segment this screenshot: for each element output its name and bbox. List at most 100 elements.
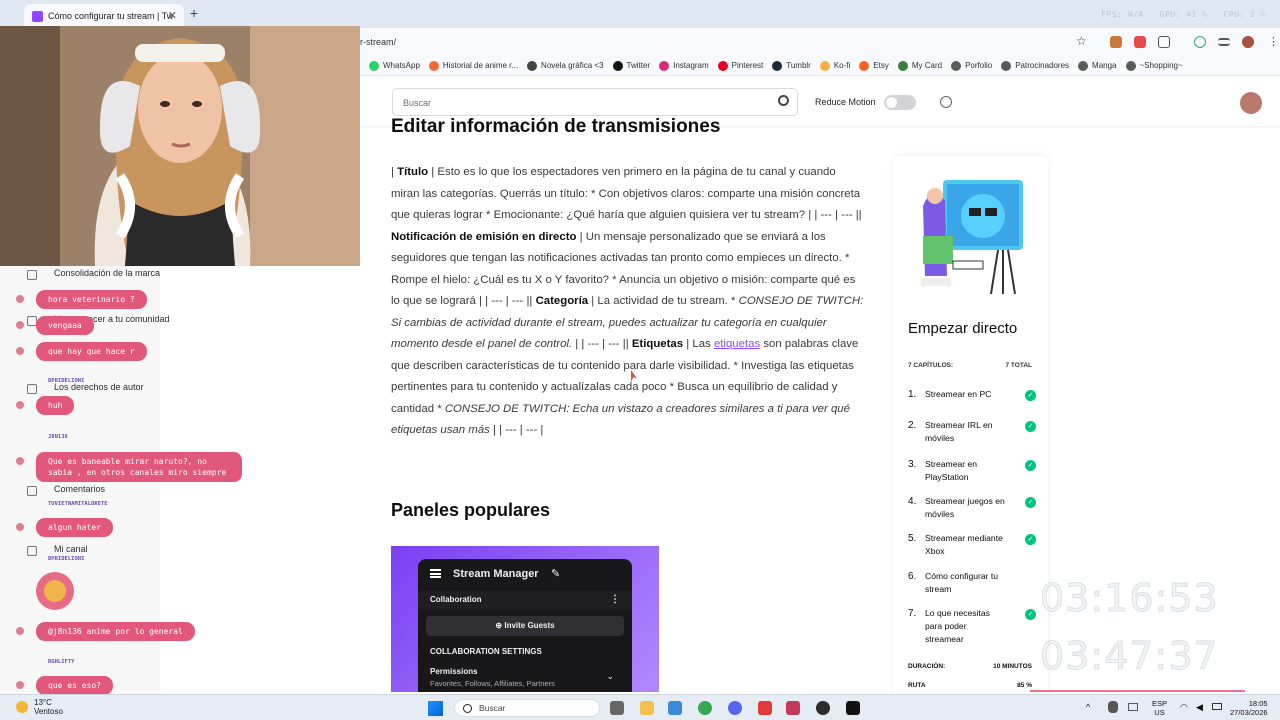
app-icon[interactable] xyxy=(758,701,772,715)
bookmark-label: Manga xyxy=(1092,61,1117,70)
bookmark-favicon-icon xyxy=(859,60,870,71)
total-label: 7 TOTAL xyxy=(1005,362,1032,369)
bookmark-label: Instagram xyxy=(673,61,709,70)
bookmark-item[interactable]: ~Shopping~ xyxy=(1125,60,1183,71)
volume-icon[interactable]: ◀ xyxy=(1196,702,1203,713)
browser-tab[interactable]: Cómo configurar tu stream | Tw ✕ xyxy=(24,4,184,28)
chevron-down-icon: ⌄ xyxy=(606,671,614,681)
bookmark-label: Novela gráfica <3 xyxy=(541,61,604,70)
battery-icon[interactable] xyxy=(1212,703,1222,710)
webcam-feed xyxy=(0,26,360,266)
bookmark-item[interactable]: My Card xyxy=(897,60,942,71)
chat-message: hora veterinario ? xyxy=(36,290,147,309)
invite-guests-button: ⊕ Invite Guests xyxy=(426,616,624,636)
lang-region: US xyxy=(1154,708,1165,717)
collaboration-label: Collaboration xyxy=(430,595,482,604)
taskview-icon[interactable] xyxy=(610,701,624,715)
search-icon[interactable] xyxy=(778,95,789,106)
bookmark-item[interactable]: Tumblr xyxy=(772,60,811,71)
language-globe-icon[interactable] xyxy=(940,96,952,108)
chapter-number: 6. xyxy=(908,571,917,582)
media-icon[interactable] xyxy=(1218,38,1230,46)
app-icon[interactable] xyxy=(846,701,860,715)
stream-manager-title: Stream Manager xyxy=(453,568,539,580)
check-icon: ✓ xyxy=(1025,534,1036,545)
bookmark-favicon-icon xyxy=(897,60,908,71)
menu-item[interactable]: Mi canal xyxy=(54,544,88,554)
tray-chevron-icon[interactable]: ^ xyxy=(1086,702,1090,712)
user-avatar[interactable] xyxy=(1240,92,1262,114)
microphone-icon[interactable] xyxy=(1108,701,1118,713)
reduce-motion-toggle[interactable] xyxy=(884,95,916,110)
bookmark-label: Tumblr xyxy=(786,61,811,70)
extension-icon[interactable] xyxy=(1110,36,1122,48)
chat-overlay-pane: Consolidación de la marca Hacer crecer a … xyxy=(0,266,360,695)
language-indicator[interactable]: ESP US xyxy=(1152,699,1167,717)
menu-item[interactable]: Consolidación de la marca xyxy=(54,268,160,278)
chat-message: que es eso? xyxy=(36,676,113,695)
file-explorer-icon[interactable] xyxy=(640,701,654,715)
chapter-label: Lo que necesitas para poder streamear xyxy=(925,608,990,644)
extensions-puzzle-icon[interactable] xyxy=(1158,36,1170,48)
taskbar-search[interactable]: Buscar xyxy=(454,699,600,717)
bookmark-star-icon[interactable]: ☆ xyxy=(1076,34,1087,48)
weather-icon xyxy=(16,701,28,713)
close-tab-icon[interactable]: ✕ xyxy=(168,9,177,22)
system-clock[interactable]: 18:05 27/03/2026 xyxy=(1230,699,1268,717)
download-icon[interactable] xyxy=(1194,36,1206,48)
bookmark-favicon-icon xyxy=(527,60,538,71)
bookmark-item[interactable]: Patrocinadores xyxy=(1001,60,1069,71)
tray-app-icon[interactable] xyxy=(1128,703,1138,711)
photos-icon[interactable] xyxy=(668,701,682,715)
fps-value: N/A xyxy=(1127,10,1144,19)
menu-item-icon xyxy=(27,486,37,496)
discord-icon[interactable] xyxy=(728,701,742,715)
folder-icon xyxy=(1078,60,1089,71)
chat-username: J8N136 xyxy=(48,434,68,440)
body-text: | | --- | --- | xyxy=(489,424,544,436)
app-icon[interactable] xyxy=(786,701,800,715)
check-icon: ✓ xyxy=(1025,497,1036,508)
term-category: Categoría xyxy=(535,295,589,307)
bookmark-item[interactable]: Instagram xyxy=(659,60,709,71)
menu-item[interactable]: Comentarios xyxy=(54,484,105,494)
bookmark-item[interactable]: Novela gráfica <3 xyxy=(527,60,604,71)
check-icon: ✓ xyxy=(1025,390,1036,401)
route-value: 85 % xyxy=(1017,682,1032,689)
term-title: Título xyxy=(397,166,429,178)
invite-label: Invite Guests xyxy=(504,621,555,630)
term-tags: Etiquetas xyxy=(631,338,684,350)
tags-link[interactable]: etiquetas xyxy=(714,338,760,350)
bookmark-label: WhatsApp xyxy=(383,61,420,70)
bookmark-item[interactable]: WhatsApp xyxy=(369,60,420,71)
bookmark-favicon-icon xyxy=(772,60,783,71)
bookmark-item[interactable]: Historial de anime r... xyxy=(428,60,519,71)
kebab-menu-icon[interactable]: ⋮ xyxy=(1268,35,1279,48)
check-icon: ✓ xyxy=(1025,460,1036,471)
reduce-motion-label: Reduce Motion xyxy=(815,97,876,107)
bookmark-item[interactable]: Pinterest xyxy=(717,60,763,71)
bookmark-item[interactable]: Twitter xyxy=(612,60,650,71)
url-text[interactable]: r-stream/ xyxy=(360,37,396,47)
folder-icon xyxy=(1125,60,1136,71)
bookmark-item[interactable]: Manga xyxy=(1078,60,1117,71)
bookmark-item[interactable]: Etsy xyxy=(859,60,889,71)
wifi-icon[interactable]: ◠ xyxy=(1180,702,1188,713)
body-text: | La actividad de tu stream. * xyxy=(588,295,739,307)
profile-avatar-icon[interactable] xyxy=(1242,36,1254,48)
browser-tabbar: Cómo configurar tu stream | Tw ✕ + FPS: … xyxy=(0,0,1280,28)
chrome-icon[interactable] xyxy=(698,701,712,715)
bookmark-favicon-icon xyxy=(612,60,623,71)
bookmark-item[interactable]: Porfolio xyxy=(951,60,992,71)
weather-widget[interactable]: 13°C Ventoso xyxy=(34,698,63,716)
permissions-sub: Favorites, Follows, Affiliates, Partners xyxy=(430,679,555,688)
windows-start-icon[interactable] xyxy=(428,701,443,716)
check-icon: ✓ xyxy=(1025,421,1036,432)
bookmark-label: Historial de anime r... xyxy=(442,61,519,70)
new-tab-icon[interactable]: + xyxy=(190,5,198,21)
obs-icon[interactable] xyxy=(816,701,830,715)
site-search-input[interactable]: Buscar xyxy=(392,88,798,116)
taskbar-search-label: Buscar xyxy=(479,703,506,713)
bookmark-item[interactable]: Ko-fi xyxy=(819,60,850,71)
extension-icon[interactable] xyxy=(1134,36,1146,48)
